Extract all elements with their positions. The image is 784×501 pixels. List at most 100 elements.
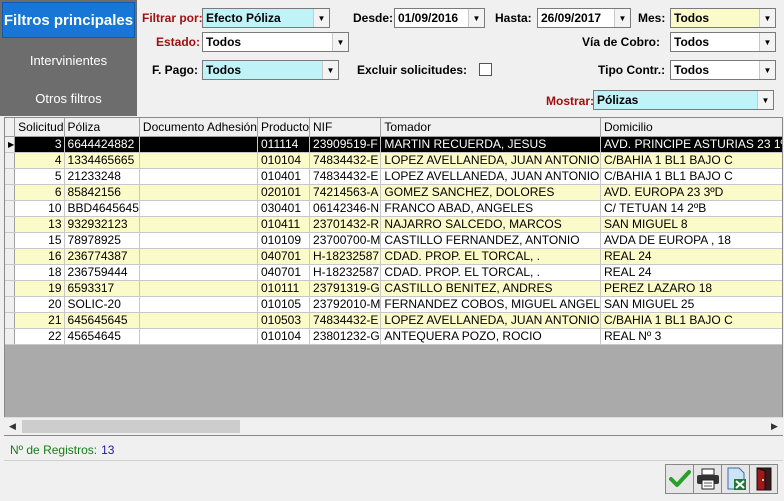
cell-domicilio[interactable]: REAL 24	[600, 248, 782, 265]
cell-poliza[interactable]: 645645645	[64, 312, 140, 329]
export-excel-button[interactable]	[721, 464, 750, 494]
scroll-left-icon[interactable]: ◀	[4, 418, 21, 435]
exit-button[interactable]	[749, 464, 778, 494]
cell-nif[interactable]: 74834432-E	[309, 312, 382, 329]
cell-producto[interactable]: 010104	[257, 328, 311, 345]
table-row[interactable]: 4 1334465665 010104 74834432-E LOPEZ AVELLAN…	[5, 152, 782, 169]
cell-solicitud[interactable]: 4	[14, 152, 65, 169]
col-header-solicitud[interactable]: Solicitud	[14, 118, 65, 137]
cell-poliza[interactable]: SOLIC-20	[64, 296, 140, 313]
cell-nif[interactable]: 23791319-G	[309, 280, 382, 297]
cell-documento-adhesion[interactable]	[139, 152, 258, 169]
cell-poliza[interactable]: 21233248	[64, 168, 140, 185]
scrollbar-thumb[interactable]	[22, 420, 240, 433]
cell-domicilio[interactable]: PEREZ LAZARO 18	[600, 280, 782, 297]
cell-poliza[interactable]: 1334465665	[64, 152, 140, 169]
cell-producto[interactable]: 010109	[257, 232, 311, 249]
chevron-down-icon[interactable]: ▼	[322, 61, 338, 79]
cell-poliza[interactable]: 45654645	[64, 328, 140, 345]
mostrar-select[interactable]: Pólizas ▼	[593, 90, 774, 110]
row-header[interactable]	[5, 312, 16, 329]
cell-nif[interactable]: 74834432-E	[309, 168, 382, 185]
cell-documento-adhesion[interactable]	[139, 168, 258, 185]
cell-domicilio[interactable]: AVD. PRINCIPE ASTURIAS 23 1º	[600, 136, 782, 153]
cell-nif[interactable]: 74834432-E	[309, 152, 382, 169]
chevron-down-icon[interactable]: ▼	[332, 33, 348, 51]
row-header[interactable]	[5, 168, 16, 185]
cell-producto[interactable]: 040701	[257, 248, 311, 265]
cell-documento-adhesion[interactable]	[139, 264, 258, 281]
cell-solicitud[interactable]: 21	[14, 312, 65, 329]
cell-poliza[interactable]: 236759444	[64, 264, 140, 281]
cell-producto[interactable]: 010111	[257, 280, 311, 297]
chevron-down-icon[interactable]: ▼	[313, 9, 329, 27]
cell-domicilio[interactable]: REAL 24	[600, 264, 782, 281]
table-row[interactable]: 20 SOLIC-20 010105 23792010-M FERNANDEZ COBO…	[5, 296, 782, 313]
row-header[interactable]	[5, 248, 16, 265]
cell-tomador[interactable]: NAJARRO SALCEDO, MARCOS	[380, 216, 602, 233]
tab-otros-filtros[interactable]: Otros filtros	[2, 80, 135, 116]
row-header[interactable]: ▶	[5, 136, 16, 153]
table-row[interactable]: 22 45654645 010104 23801232-G ANTEQUERA POZO…	[5, 328, 782, 345]
cell-producto[interactable]: 010503	[257, 312, 311, 329]
table-row[interactable]: 10 BBD4645645 030401 06142346-N FRANCO ABAD,…	[5, 200, 782, 217]
mes-select[interactable]: Todos ▼	[670, 8, 776, 28]
table-row[interactable]: 5 21233248 010401 74834432-E LOPEZ AVELLANED…	[5, 168, 782, 185]
cell-domicilio[interactable]: AVD. EUROPA 23 3ºD	[600, 184, 782, 201]
desde-date-field[interactable]: 01/09/2016 ▼	[394, 8, 485, 28]
chevron-down-icon[interactable]: ▼	[759, 33, 775, 51]
table-row[interactable]: 19 6593317 010111 23791319-G CASTILLO BENITE…	[5, 280, 782, 297]
cell-documento-adhesion[interactable]	[139, 232, 258, 249]
cell-solicitud[interactable]: 10	[14, 200, 65, 217]
cell-domicilio[interactable]: AVDA DE EUROPA , 18	[600, 232, 782, 249]
excluir-solicitudes-checkbox[interactable]	[479, 63, 492, 76]
row-header[interactable]	[5, 328, 16, 345]
row-header[interactable]	[5, 232, 16, 249]
cell-poliza[interactable]: 6644424882	[64, 136, 140, 153]
cell-poliza[interactable]: 78978925	[64, 232, 140, 249]
cell-solicitud[interactable]: 5	[14, 168, 65, 185]
table-row[interactable]: 16 236774387 040701 H-18232587 CDAD. PROP. E…	[5, 248, 782, 265]
chevron-down-icon[interactable]: ▼	[614, 9, 630, 27]
cell-tomador[interactable]: ANTEQUERA POZO, ROCIO	[380, 328, 602, 345]
cell-nif[interactable]: 23792010-M	[309, 296, 382, 313]
tipo-contr-select[interactable]: Todos ▼	[670, 60, 776, 80]
cell-nif[interactable]: H-18232587	[309, 248, 382, 265]
cell-nif[interactable]: H-18232587	[309, 264, 382, 281]
tab-intervinientes[interactable]: Intervinientes	[2, 42, 135, 78]
table-row[interactable]: 18 236759444 040701 H-18232587 CDAD. PROP. E…	[5, 264, 782, 281]
cell-documento-adhesion[interactable]	[139, 136, 258, 153]
cell-domicilio[interactable]: SAN MIGUEL 25	[600, 296, 782, 313]
table-row[interactable]: 13 932932123 010411 23701432-R NAJARRO SALCE…	[5, 216, 782, 233]
cell-solicitud[interactable]: 6	[14, 184, 65, 201]
chevron-down-icon[interactable]: ▼	[759, 9, 775, 27]
cell-tomador[interactable]: CASTILLO BENITEZ, ANDRES	[380, 280, 602, 297]
cell-solicitud[interactable]: 19	[14, 280, 65, 297]
cell-poliza[interactable]: BBD4645645	[64, 200, 140, 217]
cell-tomador[interactable]: GOMEZ SANCHEZ, DOLORES	[380, 184, 602, 201]
cell-tomador[interactable]: LOPEZ AVELLANEDA, JUAN ANTONIO	[380, 152, 602, 169]
table-row[interactable]: 21 645645645 010503 74834432-E LOPEZ AVELLAN…	[5, 312, 782, 329]
cell-producto[interactable]: 011114	[257, 136, 311, 153]
cell-poliza[interactable]: 236774387	[64, 248, 140, 265]
tab-filtros-principales[interactable]: Filtros principales	[2, 2, 135, 38]
col-header-documento-adhesion[interactable]: Documento Adhesión	[139, 118, 258, 137]
cell-nif[interactable]: 23801232-G	[309, 328, 382, 345]
cell-documento-adhesion[interactable]	[139, 280, 258, 297]
chevron-down-icon[interactable]: ▼	[757, 91, 773, 109]
col-header-producto[interactable]: Producto	[257, 118, 311, 137]
row-header[interactable]	[5, 216, 16, 233]
cell-tomador[interactable]: MARTIN RECUERDA, JESUS	[380, 136, 602, 153]
cell-producto[interactable]: 010104	[257, 152, 311, 169]
cell-documento-adhesion[interactable]	[139, 296, 258, 313]
cell-producto[interactable]: 030401	[257, 200, 311, 217]
chevron-down-icon[interactable]: ▼	[468, 9, 484, 27]
cell-producto[interactable]: 010411	[257, 216, 311, 233]
table-row[interactable]: ▶ 3 6644424882 011114 23909519-F MARTIN RECUE…	[5, 136, 782, 153]
cell-documento-adhesion[interactable]	[139, 248, 258, 265]
cell-solicitud[interactable]: 3	[14, 136, 65, 153]
col-header-nif[interactable]: NIF	[309, 118, 382, 137]
cell-solicitud[interactable]: 22	[14, 328, 65, 345]
col-header-domicilio[interactable]: Domicilio	[600, 118, 782, 137]
cell-documento-adhesion[interactable]	[139, 216, 258, 233]
